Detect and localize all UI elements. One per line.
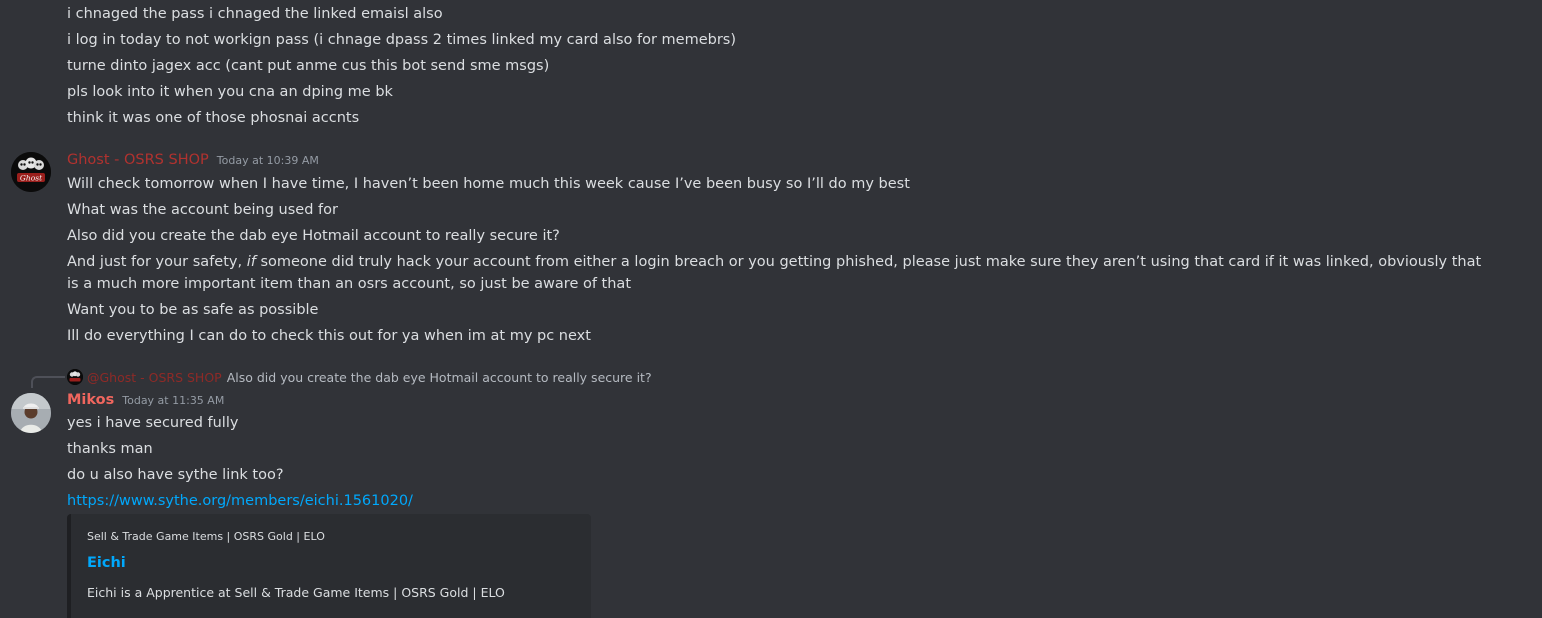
- message-line: Ill do everything I can do to check this…: [67, 328, 591, 344]
- message-text: And just for your safety,: [67, 254, 247, 270]
- chat-messages: i chnaged the pass i chnaged the linked …: [0, 0, 1542, 618]
- message-text: someone did truly hack your account from…: [67, 254, 1482, 292]
- sythe-profile-link[interactable]: https://www.sythe.org/members/eichi.1561…: [67, 493, 413, 509]
- embed-title-link[interactable]: Eichi: [87, 555, 126, 571]
- message-line: Will check tomorrow when I have time, I …: [67, 176, 910, 192]
- reply-preview-text[interactable]: Also did you create the dab eye Hotmail …: [227, 370, 652, 385]
- message-line: yes i have secured fully: [67, 415, 239, 431]
- reply-reference[interactable]: @Ghost - OSRS SHOP Also did you create t…: [67, 368, 652, 386]
- reply-mention[interactable]: @Ghost - OSRS SHOP: [87, 370, 222, 385]
- message-line: i log in today to not workign pass (i ch…: [67, 32, 737, 48]
- message-line-safety: And just for your safety, if someone did…: [67, 251, 1487, 295]
- message-line: Also did you create the dab eye Hotmail …: [67, 228, 560, 244]
- emphasis-text: if: [246, 254, 256, 270]
- message-line: What was the account being used for: [67, 202, 338, 218]
- message-line: pls look into it when you cna an dping m…: [67, 84, 393, 100]
- reply-avatar-icon: [67, 369, 83, 385]
- link-embed: Sell & Trade Game Items | OSRS Gold | EL…: [67, 514, 591, 618]
- ghost-logo-icon: Ghost: [11, 152, 51, 192]
- ghost-message-header: Ghost - OSRS SHOP Today at 10:39 AM: [67, 152, 319, 172]
- username-mikos[interactable]: Mikos: [67, 392, 114, 408]
- svg-text:Ghost: Ghost: [20, 174, 43, 183]
- message-line: think it was one of those phosnai accnts: [67, 110, 360, 126]
- message-line: i chnaged the pass i chnaged the linked …: [67, 6, 443, 22]
- mikos-message-header: Mikos Today at 11:35 AM: [67, 392, 224, 412]
- ghost-avatar[interactable]: Ghost: [11, 152, 51, 192]
- message-line: turne dinto jagex acc (cant put anme cus…: [67, 58, 550, 74]
- message-line: Want you to be as safe as possible: [67, 302, 319, 318]
- timestamp[interactable]: Today at 10:39 AM: [217, 154, 319, 167]
- user-avatar-icon: [11, 393, 51, 433]
- embed-provider: Sell & Trade Game Items | OSRS Gold | EL…: [87, 530, 325, 543]
- reply-spine: [31, 376, 65, 388]
- message-line: thanks man: [67, 441, 153, 457]
- message-line: do u also have sythe link too?: [67, 467, 284, 483]
- mikos-avatar[interactable]: [11, 393, 51, 433]
- message-line-link: https://www.sythe.org/members/eichi.1561…: [67, 490, 413, 512]
- timestamp[interactable]: Today at 11:35 AM: [122, 394, 224, 407]
- embed-description: Eichi is a Apprentice at Sell & Trade Ga…: [87, 585, 505, 600]
- username-ghost[interactable]: Ghost - OSRS SHOP: [67, 152, 209, 168]
- ghost-logo-icon: [67, 369, 83, 385]
